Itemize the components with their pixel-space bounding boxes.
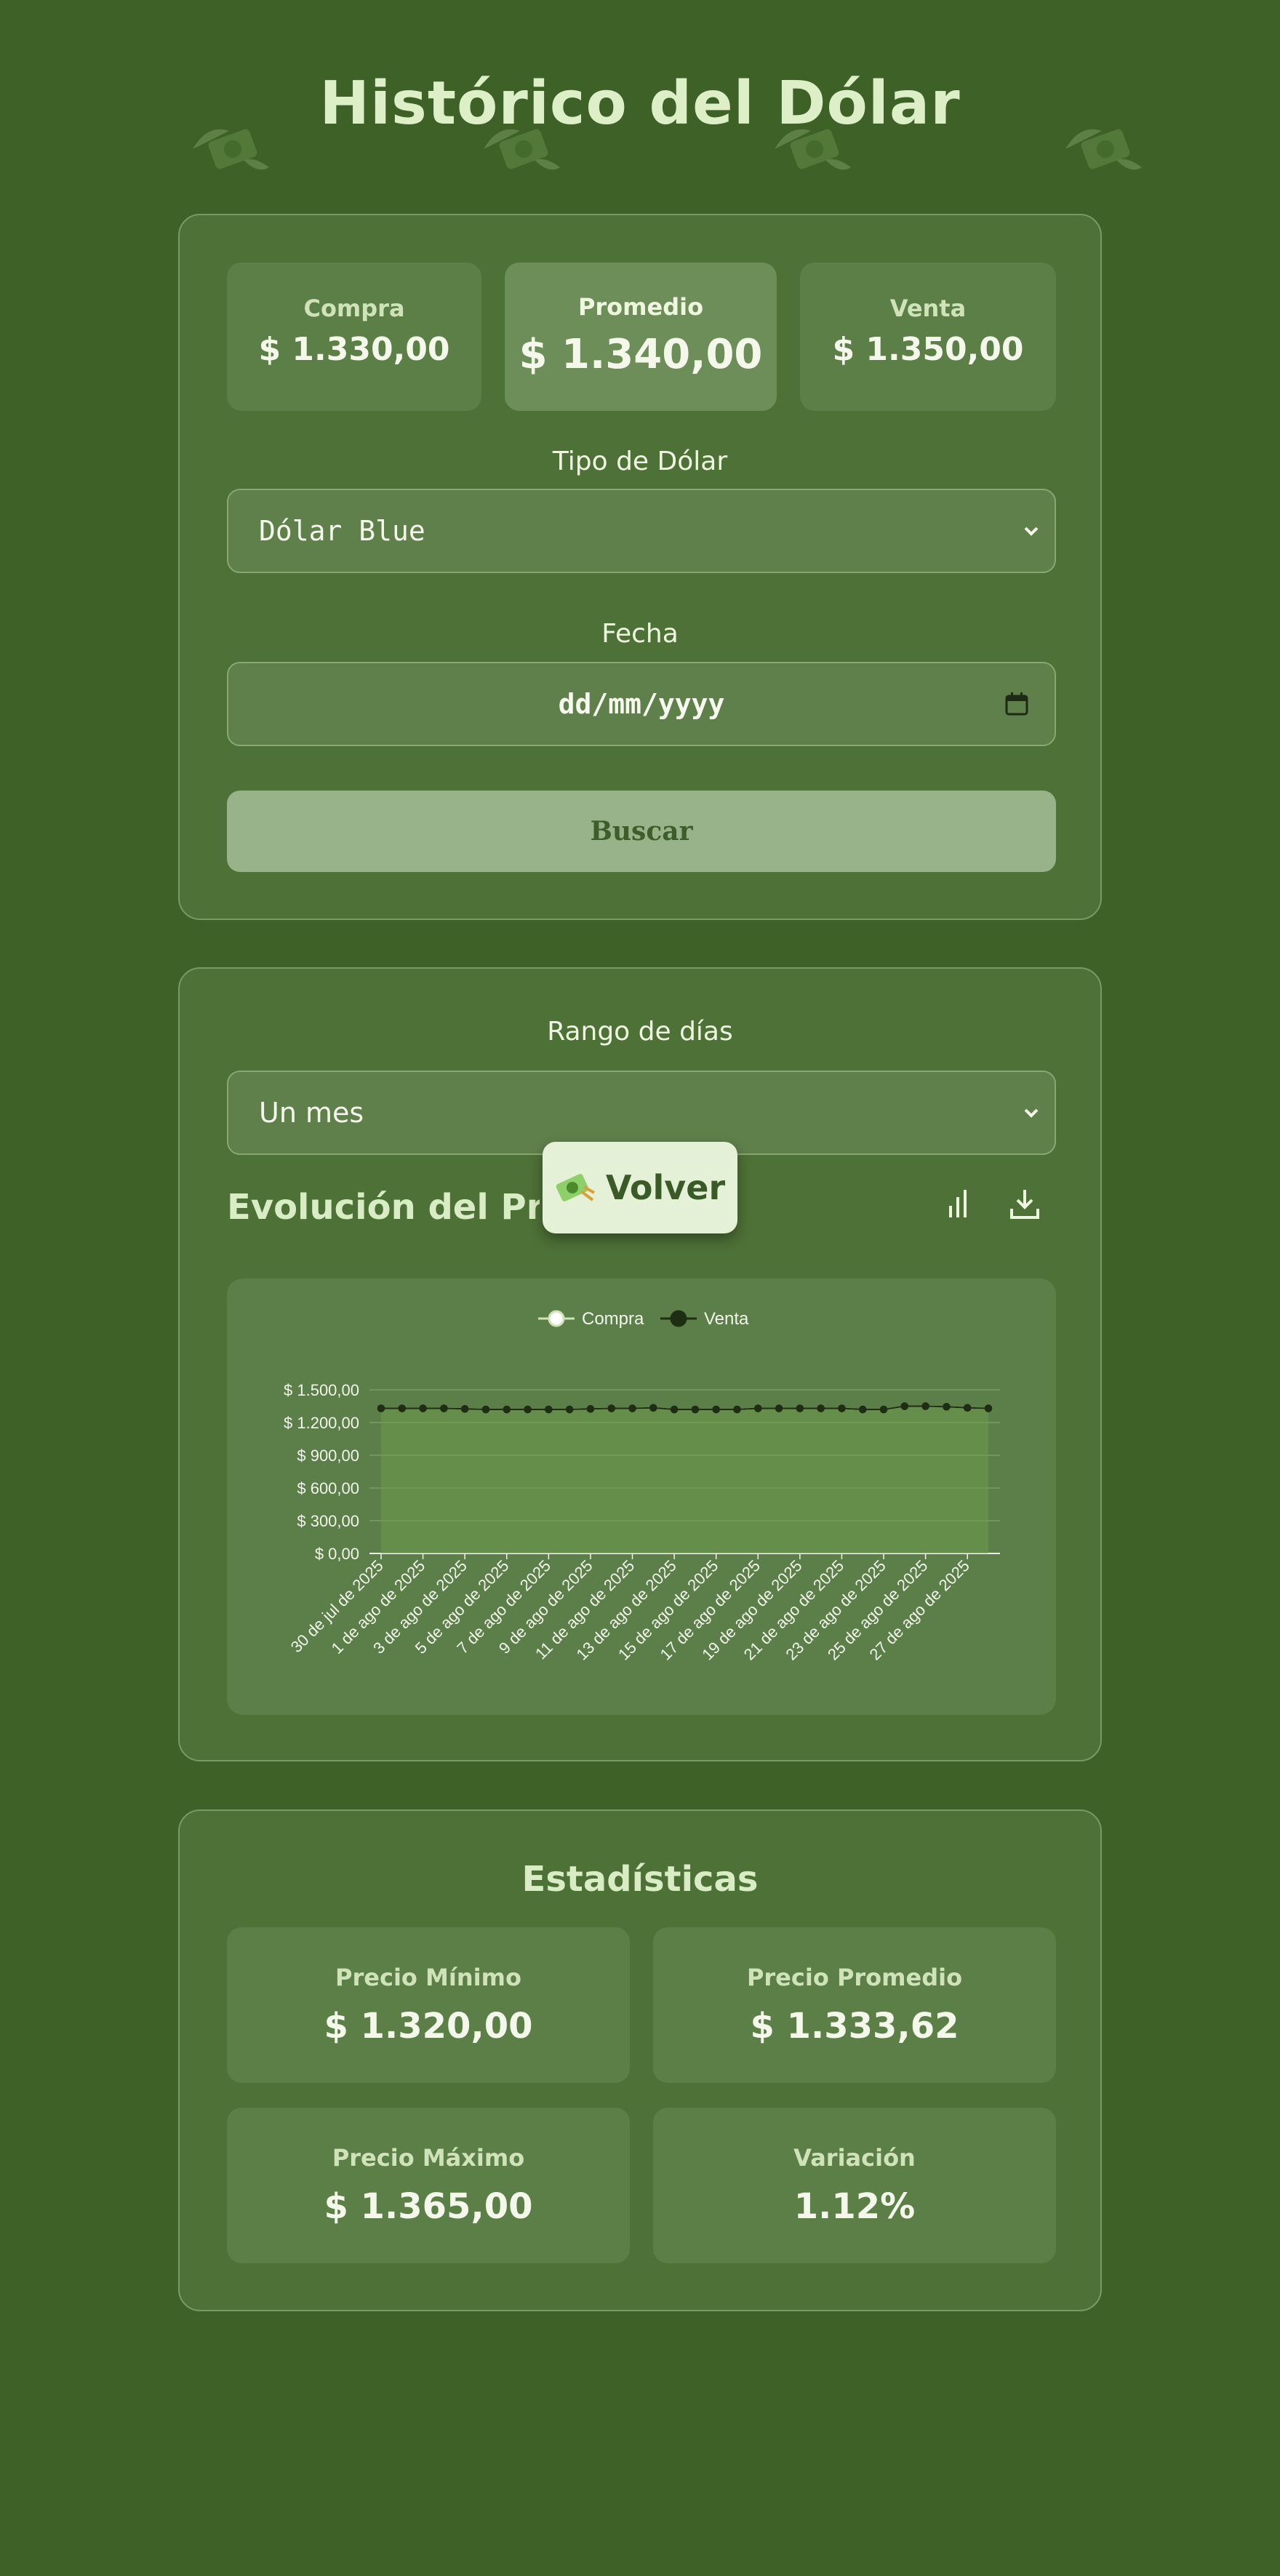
max-price-value: $ 1.365,00: [324, 2186, 533, 2227]
back-label: Volver: [605, 1168, 726, 1207]
evolution-card: Rango de días Un mes Evolución del Preci…: [178, 967, 1102, 1761]
data-point: [649, 1404, 657, 1412]
variation-box: Variación 1.12%: [653, 2108, 1056, 2263]
max-price-box: Precio Máximo $ 1.365,00: [227, 2108, 630, 2263]
money-icon: [556, 1174, 595, 1201]
y-tick-label: $ 900,00: [297, 1447, 359, 1465]
variation-label: Variación: [793, 2144, 916, 2172]
min-price-label: Precio Mínimo: [335, 1964, 521, 1991]
y-tick-label: $ 1.500,00: [284, 1381, 359, 1399]
data-point: [398, 1404, 407, 1412]
data-point: [628, 1404, 636, 1412]
data-point: [481, 1405, 490, 1414]
data-point: [796, 1404, 804, 1412]
back-button[interactable]: Volver: [543, 1142, 737, 1233]
average-value: $ 1.340,00: [519, 331, 763, 378]
quote-card: Compra $ 1.330,00 Promedio $ 1.340,00 Ve…: [178, 214, 1102, 920]
data-point: [900, 1402, 909, 1410]
data-point: [586, 1405, 595, 1413]
variation-value: 1.12%: [793, 2186, 916, 2227]
chevron-down-icon: [1024, 527, 1039, 536]
page-title: Histórico del Dólar: [319, 69, 961, 138]
data-point: [775, 1404, 783, 1412]
sell-value: $ 1.350,00: [832, 331, 1024, 368]
average-price-box: Promedio $ 1.340,00: [505, 263, 777, 411]
sell-label: Venta: [889, 295, 967, 322]
data-point: [670, 1405, 679, 1414]
data-point: [733, 1405, 741, 1414]
buy-price-box: Compra $ 1.330,00: [227, 263, 481, 411]
area-fill: [381, 1406, 988, 1553]
data-point: [691, 1405, 700, 1414]
bar-chart-icon[interactable]: [943, 1187, 972, 1222]
price-chart: $ 0,00 $ 300,00 $ 600,00 $ 900,00 $ 1.200,00…: [227, 1279, 1056, 1715]
y-tick-label: $ 600,00: [297, 1479, 359, 1497]
average-label: Promedio: [577, 293, 704, 321]
download-icon[interactable]: [1007, 1187, 1042, 1222]
y-tick-label: $ 0,00: [315, 1545, 359, 1563]
data-point: [921, 1402, 929, 1410]
data-point: [712, 1405, 720, 1414]
data-point: [503, 1405, 511, 1414]
data-point: [607, 1404, 615, 1412]
data-point: [440, 1404, 448, 1412]
buy-label: Compra: [303, 295, 405, 322]
calendar-icon[interactable]: [1004, 691, 1030, 717]
dollar-type-select[interactable]: Dólar Blue: [227, 489, 1056, 573]
legend-label: Compra: [582, 1309, 644, 1329]
y-tick-label: $ 1.200,00: [284, 1414, 359, 1432]
line-chart: $ 0,00 $ 300,00 $ 600,00 $ 900,00 $ 1.200,00…: [284, 1309, 1000, 1664]
data-point: [377, 1404, 385, 1412]
data-point: [817, 1404, 825, 1412]
avg-price-value: $ 1.333,62: [750, 2006, 959, 2047]
max-price-label: Precio Máximo: [332, 2144, 525, 2172]
legend-marker: [548, 1310, 565, 1327]
data-point: [858, 1405, 867, 1414]
min-price-box: Precio Mínimo $ 1.320,00: [227, 1927, 630, 2083]
dollar-type-value: Dólar Blue: [259, 515, 425, 547]
data-point: [524, 1405, 532, 1414]
data-point: [419, 1404, 427, 1412]
data-point: [984, 1404, 993, 1412]
evolution-title: Evolución del Precio: [227, 1187, 540, 1228]
chevron-down-icon: [1024, 1108, 1039, 1118]
search-button[interactable]: Buscar: [227, 791, 1056, 872]
legend-label: Venta: [704, 1309, 749, 1329]
statistics-card: Estadísticas Precio Mínimo $ 1.320,00 Pr…: [178, 1809, 1102, 2311]
date-label: Fecha: [601, 619, 679, 649]
data-point: [545, 1405, 553, 1414]
data-point: [879, 1405, 888, 1414]
data-point: [838, 1404, 846, 1412]
evolution-title-clip: Evolución del Precio: [227, 1187, 540, 1238]
avg-price-label: Precio Promedio: [746, 1964, 963, 1991]
y-tick-label: $ 300,00: [297, 1512, 359, 1530]
legend-marker: [670, 1310, 687, 1327]
data-point: [460, 1405, 469, 1413]
buy-value: $ 1.330,00: [258, 331, 450, 368]
avg-price-box: Precio Promedio $ 1.333,62: [653, 1927, 1056, 2083]
sell-price-box: Venta $ 1.350,00: [800, 263, 1056, 411]
statistics-title: Estadísticas: [521, 1859, 759, 1900]
range-label: Rango de días: [547, 1017, 733, 1047]
data-point: [943, 1403, 951, 1411]
date-placeholder: dd/mm/yyyy: [558, 688, 725, 720]
data-point: [963, 1404, 972, 1412]
range-value: Un mes: [259, 1097, 364, 1129]
date-input[interactable]: dd/mm/yyyy: [227, 662, 1056, 746]
data-point: [754, 1404, 762, 1412]
min-price-value: $ 1.320,00: [324, 2006, 533, 2047]
dollar-type-label: Tipo de Dólar: [552, 447, 728, 476]
data-point: [565, 1405, 574, 1414]
